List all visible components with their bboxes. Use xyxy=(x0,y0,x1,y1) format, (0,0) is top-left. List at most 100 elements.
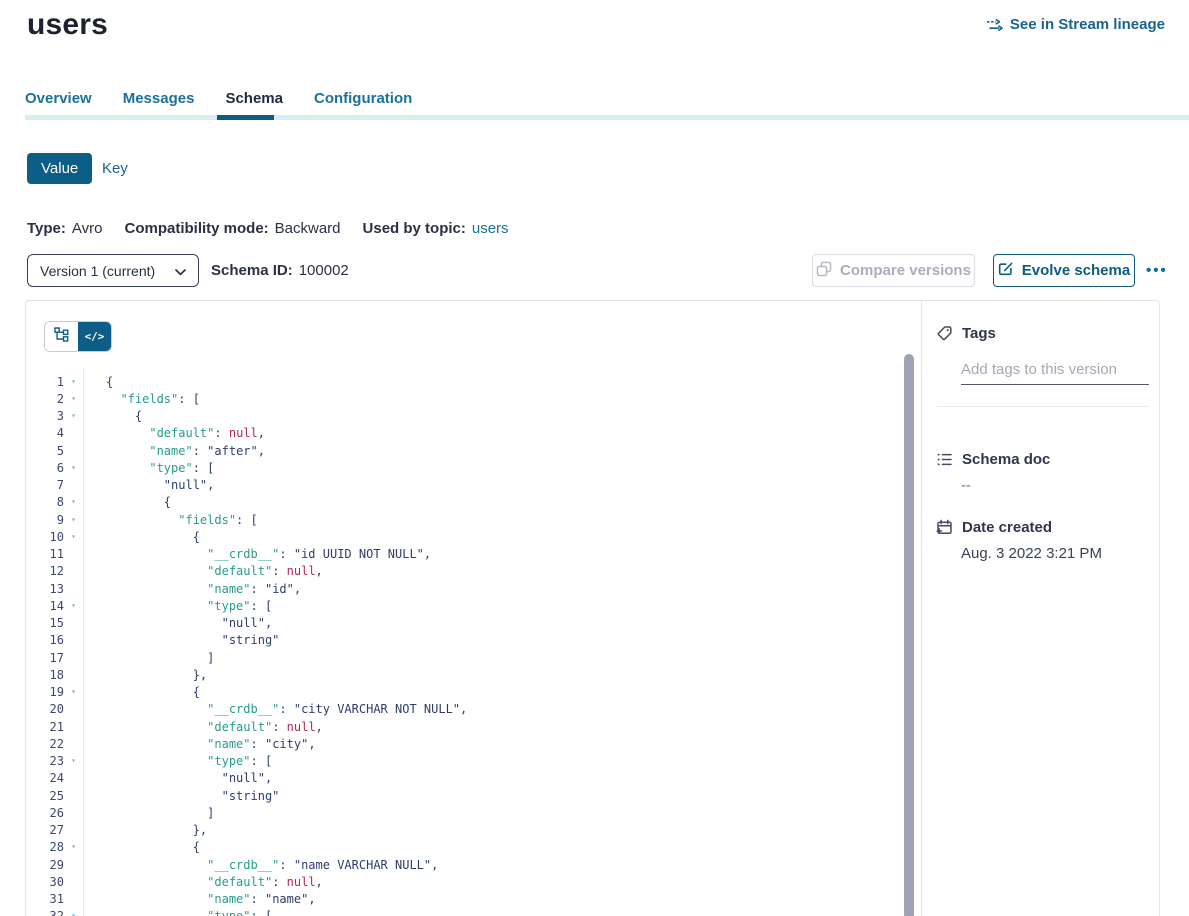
type-value: Avro xyxy=(72,220,103,237)
line-number: 32 xyxy=(26,909,64,916)
page-title: users xyxy=(27,8,108,42)
line-number: 16 xyxy=(26,633,64,647)
line-number: 8 xyxy=(26,495,64,509)
line-number: 22 xyxy=(26,737,64,751)
compatibility-value: Backward xyxy=(275,220,341,237)
line-number: 5 xyxy=(26,444,64,458)
fold-toggle-icon[interactable]: ▾ xyxy=(64,378,83,386)
line-number: 11 xyxy=(26,547,64,561)
calendar-plus-icon xyxy=(936,519,953,536)
code-line: 30 "default": null, xyxy=(26,873,896,890)
code-text: { xyxy=(83,530,200,544)
code-line: 25 "string" xyxy=(26,787,896,804)
code-line: 20 "__crdb__": "city VARCHAR NOT NULL", xyxy=(26,701,896,718)
code-line: 11 "__crdb__": "id UUID NOT NULL", xyxy=(26,546,896,563)
code-line: 5 "name": "after", xyxy=(26,442,896,459)
line-number: 4 xyxy=(26,426,64,440)
code-text: ] xyxy=(83,806,214,820)
fold-toggle-icon[interactable]: ▾ xyxy=(64,912,83,916)
version-select[interactable]: Version 1 (current) xyxy=(27,254,199,287)
code-line: 15 "null", xyxy=(26,615,896,632)
line-number: 9 xyxy=(26,513,64,527)
line-number: 13 xyxy=(26,582,64,596)
evolve-schema-button[interactable]: Evolve schema xyxy=(993,254,1135,287)
code-line: 2▾ "fields": [ xyxy=(26,390,896,407)
code-line: 9▾ "fields": [ xyxy=(26,511,896,528)
fold-toggle-icon[interactable]: ▾ xyxy=(64,757,83,765)
line-number: 25 xyxy=(26,789,64,803)
code-text: { xyxy=(83,409,142,423)
fold-toggle-icon[interactable]: ▾ xyxy=(64,843,83,851)
line-number: 12 xyxy=(26,564,64,578)
code-line: 14▾ "type": [ xyxy=(26,597,896,614)
code-line: 32▾ "type": [ xyxy=(26,908,896,916)
code-line: 18 }, xyxy=(26,666,896,683)
schema-doc-title: Schema doc xyxy=(962,451,1050,468)
code-line: 12 "default": null, xyxy=(26,563,896,580)
line-number: 2 xyxy=(26,392,64,406)
tag-icon xyxy=(936,325,953,342)
code-text: }, xyxy=(83,668,207,682)
tree-view-button[interactable] xyxy=(45,322,78,351)
compare-versions-button[interactable]: Compare versions xyxy=(812,254,975,287)
code-line: 27 }, xyxy=(26,822,896,839)
tab-active-underline xyxy=(217,115,274,120)
fold-toggle-icon[interactable]: ▾ xyxy=(64,516,83,524)
code-text: "type": [ xyxy=(83,599,272,613)
editor-scrollbar[interactable] xyxy=(904,354,914,916)
add-tags-input[interactable] xyxy=(961,361,1149,385)
schema-sidebar: Tags Schema doc -- xyxy=(921,301,1161,916)
code-text: { xyxy=(83,685,200,699)
code-editor[interactable]: 1▾{2▾ "fields": [3▾ {4 "default": null,5… xyxy=(26,373,896,916)
code-text: { xyxy=(83,840,200,854)
schema-panel: </> 1▾{2▾ "fields": [3▾ {4 "default": nu… xyxy=(25,300,1160,916)
code-text: "__crdb__": "name VARCHAR NULL", xyxy=(83,858,438,872)
line-number: 31 xyxy=(26,892,64,906)
fold-toggle-icon[interactable]: ▾ xyxy=(64,602,83,610)
schema-doc-header: Schema doc xyxy=(936,451,1050,468)
code-text: "null", xyxy=(83,771,272,785)
code-text: "default": null, xyxy=(83,875,323,889)
sidebar-divider xyxy=(937,406,1149,407)
value-toggle-button[interactable]: Value xyxy=(27,153,92,184)
compare-versions-icon xyxy=(816,261,832,281)
fold-toggle-icon[interactable]: ▾ xyxy=(64,688,83,696)
fold-toggle-icon[interactable]: ▾ xyxy=(64,498,83,506)
chevron-down-icon xyxy=(175,263,186,279)
fold-toggle-icon[interactable]: ▾ xyxy=(64,395,83,403)
code-text: "default": null, xyxy=(83,720,323,734)
code-text: "type": [ xyxy=(83,754,272,768)
code-text: "default": null, xyxy=(83,564,323,578)
stream-lineage-link[interactable]: See in Stream lineage xyxy=(986,16,1165,33)
fold-toggle-icon[interactable]: ▾ xyxy=(64,464,83,472)
used-by-topic-link[interactable]: users xyxy=(472,220,509,237)
code-text: }, xyxy=(83,823,207,837)
more-actions-button[interactable]: ••• xyxy=(1146,254,1168,287)
tags-title: Tags xyxy=(962,325,996,342)
key-toggle-button[interactable]: Key xyxy=(102,160,128,177)
line-number: 27 xyxy=(26,823,64,837)
code-line: 24 "null", xyxy=(26,770,896,787)
schema-id-value: 100002 xyxy=(299,262,349,279)
line-number: 18 xyxy=(26,668,64,682)
line-number: 15 xyxy=(26,616,64,630)
code-text: "fields": [ xyxy=(83,513,258,527)
line-number: 7 xyxy=(26,478,64,492)
code-text: "string" xyxy=(83,633,279,647)
code-line: 19▾ { xyxy=(26,684,896,701)
line-number: 6 xyxy=(26,461,64,475)
date-created-title: Date created xyxy=(962,519,1052,536)
code-line: 10▾ { xyxy=(26,528,896,545)
code-line: 29 "__crdb__": "name VARCHAR NULL", xyxy=(26,856,896,873)
code-view-button[interactable]: </> xyxy=(78,322,111,351)
code-line: 3▾ { xyxy=(26,408,896,425)
tree-view-icon xyxy=(54,327,69,347)
edit-schema-icon xyxy=(998,261,1014,281)
line-number: 1 xyxy=(26,375,64,389)
fold-toggle-icon[interactable]: ▾ xyxy=(64,533,83,541)
code-line: 16 "string" xyxy=(26,632,896,649)
code-line: 1▾{ xyxy=(26,373,896,390)
tags-section-header: Tags xyxy=(936,325,996,342)
code-text: "null", xyxy=(83,478,214,492)
fold-toggle-icon[interactable]: ▾ xyxy=(64,412,83,420)
